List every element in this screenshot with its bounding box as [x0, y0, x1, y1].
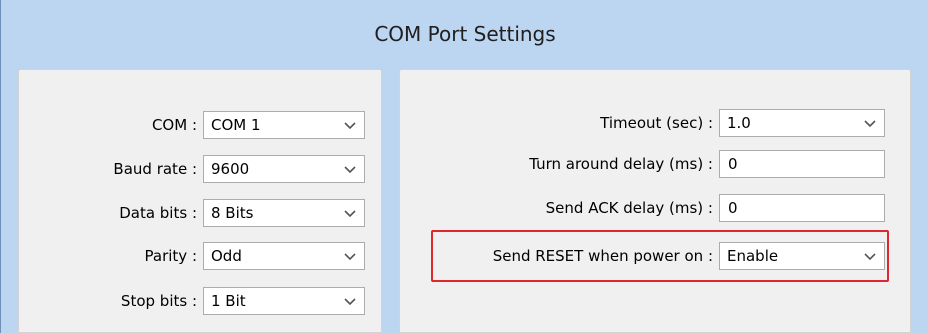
baud-rate-value: 9600	[211, 160, 250, 178]
timeout-value: 1.0	[727, 114, 751, 132]
stop-bits-row: Stop bits : 1 Bit	[67, 287, 365, 315]
chevron-down-icon	[864, 253, 876, 261]
send-reset-select[interactable]: Enable	[719, 242, 885, 270]
parity-label: Parity :	[144, 247, 197, 265]
baud-rate-row: Baud rate : 9600	[67, 155, 365, 183]
send-ack-delay-input[interactable]: 0	[719, 194, 885, 222]
data-bits-row: Data bits : 8 Bits	[67, 199, 365, 227]
turn-around-delay-value: 0	[728, 155, 738, 173]
send-ack-delay-row: Send ACK delay (ms) : 0	[441, 194, 885, 222]
baud-rate-label: Baud rate :	[113, 160, 197, 178]
turn-around-delay-row: Turn around delay (ms) : 0	[441, 150, 885, 178]
parity-value: Odd	[211, 247, 242, 265]
timeout-row: Timeout (sec) : 1.0	[441, 109, 885, 137]
stop-bits-label: Stop bits :	[120, 292, 197, 310]
data-bits-value: 8 Bits	[211, 204, 254, 222]
send-ack-delay-value: 0	[728, 199, 738, 217]
data-bits-select[interactable]: 8 Bits	[203, 199, 365, 227]
com-port-settings-dialog: COM Port Settings COM : COM 1 Baud rate …	[0, 0, 928, 333]
turn-around-delay-input[interactable]: 0	[719, 150, 885, 178]
timeout-label: Timeout (sec) :	[600, 114, 713, 132]
stop-bits-value: 1 Bit	[211, 292, 246, 310]
send-reset-label: Send RESET when power on :	[492, 247, 713, 265]
parity-row: Parity : Odd	[67, 242, 365, 270]
chevron-down-icon	[344, 298, 356, 306]
data-bits-label: Data bits :	[119, 204, 197, 222]
chevron-down-icon	[344, 122, 356, 130]
send-ack-delay-label: Send ACK delay (ms) :	[545, 199, 713, 217]
dialog-title: COM Port Settings	[374, 22, 556, 46]
com-value: COM 1	[211, 116, 261, 134]
baud-rate-select[interactable]: 9600	[203, 155, 365, 183]
chevron-down-icon	[344, 166, 356, 174]
send-reset-value: Enable	[727, 247, 779, 265]
com-select[interactable]: COM 1	[203, 111, 365, 139]
stop-bits-select[interactable]: 1 Bit	[203, 287, 365, 315]
chevron-down-icon	[864, 120, 876, 128]
parity-select[interactable]: Odd	[203, 242, 365, 270]
send-reset-row: Send RESET when power on : Enable	[441, 242, 885, 270]
com-label: COM :	[151, 116, 197, 134]
com-row: COM : COM 1	[67, 111, 365, 139]
chevron-down-icon	[344, 253, 356, 261]
chevron-down-icon	[344, 210, 356, 218]
turn-around-delay-label: Turn around delay (ms) :	[529, 155, 713, 173]
timeout-select[interactable]: 1.0	[719, 109, 885, 137]
